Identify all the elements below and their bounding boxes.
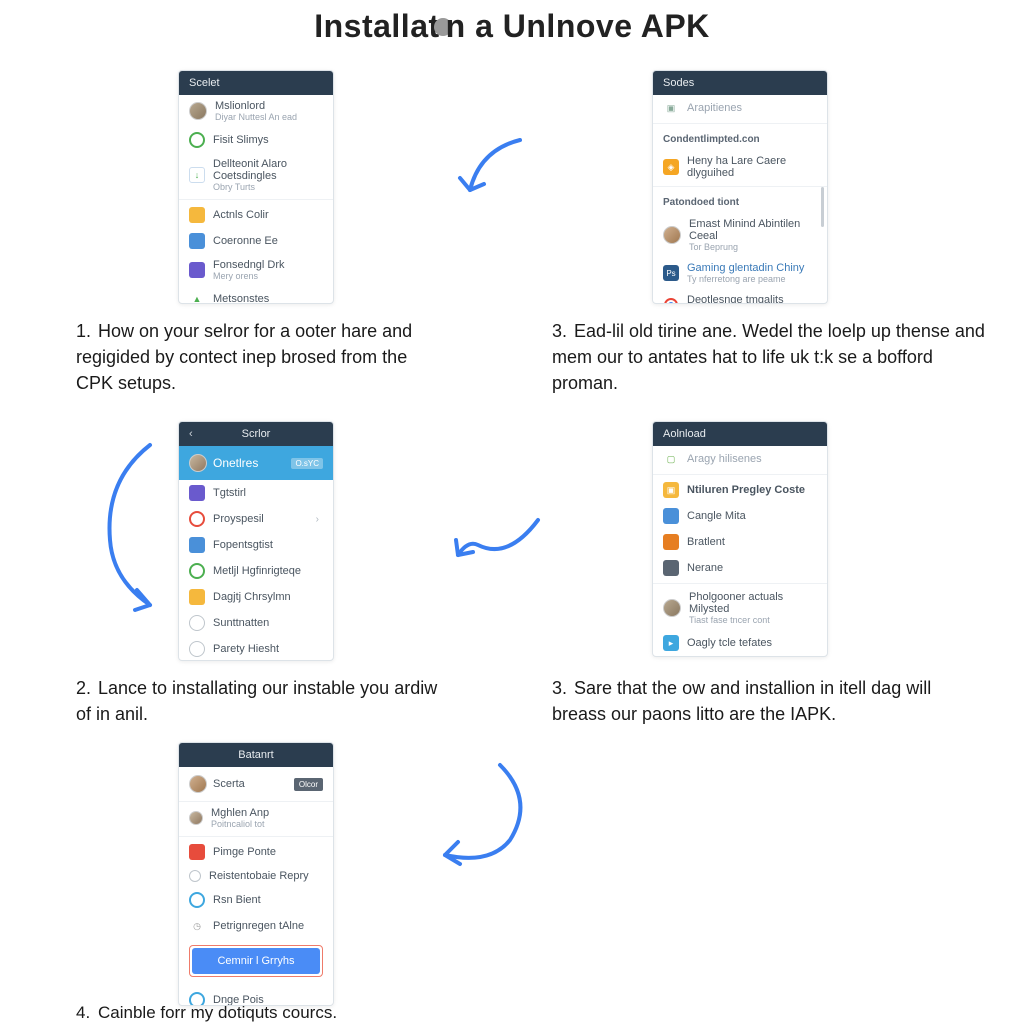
avatar-icon — [189, 811, 203, 825]
panel-scelet: Scelet MslionlordDiyar Nuttesl An ead Fi… — [178, 70, 334, 304]
user-header[interactable]: Scerta Olcor — [179, 767, 333, 802]
list-item[interactable]: Reistentobaie Repry — [179, 865, 333, 887]
folder-icon: ▣ — [663, 482, 679, 498]
panel-sodes: Sodes ▣Arapitienes Condentlimpted.con ◈H… — [652, 70, 828, 304]
list-item[interactable]: Nerane — [653, 555, 827, 581]
badge: Olcor — [294, 778, 323, 791]
panel-header: Aolnload — [653, 422, 827, 446]
square-icon — [663, 560, 679, 576]
clock-icon: ◷ — [189, 918, 205, 934]
panel-header: ‹ Scrlor — [179, 422, 333, 446]
panel-header: Batanrt — [179, 743, 333, 767]
list-item[interactable]: MslionlordDiyar Nuttesl An ead — [179, 95, 333, 127]
panel-batanrt: Batanrt Scerta Olcor Mghlen AnpPoitncali… — [178, 742, 334, 1006]
chrome-icon — [663, 297, 679, 304]
square-icon — [663, 534, 679, 550]
panel-aolnload: Aolnload ▢Aragy hilisenes ▣Ntiluren Preg… — [652, 421, 828, 657]
page-title: Installatn a Unlnove APK — [0, 0, 1024, 45]
list-item[interactable]: Coeronne Ee — [179, 228, 333, 254]
square-icon — [189, 844, 205, 860]
list-item[interactable]: Pimge Ponte — [179, 839, 333, 865]
back-icon[interactable]: ‹ — [189, 428, 193, 440]
panel-scrlor: ‹ Scrlor Onetlres O.sYC Tgtstirl Proyspe… — [178, 421, 334, 661]
list-item[interactable]: ◈Heny ha Lare Caere dlyguihed — [653, 150, 827, 184]
circle-icon — [189, 563, 205, 579]
square-icon — [189, 589, 205, 605]
arrow-icon — [448, 510, 548, 570]
circle-icon — [189, 511, 205, 527]
square-icon — [189, 233, 205, 249]
square-icon — [189, 262, 205, 278]
radio-icon — [189, 641, 205, 657]
list-item[interactable]: ▢Aragy hilisenes — [653, 446, 827, 472]
square-icon: ▸ — [663, 635, 679, 651]
list-item[interactable]: Metljl Hgfinrigteqe — [179, 558, 333, 584]
step-1-caption: 1.How on your selror for a ooter hare an… — [76, 318, 436, 396]
list-item[interactable]: Dagjtj Chrsylmn — [179, 584, 333, 610]
list-item[interactable]: Sunttnatten — [179, 610, 333, 636]
user-header[interactable]: Onetlres O.sYC — [179, 446, 333, 480]
step-3a-caption: 3.Ead-lil old tirine ane. Wedel the loel… — [552, 318, 1002, 396]
arrow-icon — [95, 440, 185, 620]
list-item[interactable]: Mghlen AnpPoitncaliol tot — [179, 802, 333, 834]
square-icon — [189, 485, 205, 501]
ps-icon: Ps — [663, 265, 679, 281]
arrow-icon — [450, 130, 540, 210]
list-item[interactable]: Fonsedngl DrkMery orens — [179, 254, 333, 286]
list-item[interactable]: Cangle Mita — [653, 503, 827, 529]
list-item[interactable]: Bratlent — [653, 529, 827, 555]
section-header: Patondoed tiont — [653, 189, 827, 213]
chevron-right-icon: › — [316, 514, 323, 525]
square-icon — [189, 207, 205, 223]
panel-header: Sodes — [653, 71, 827, 95]
list-item[interactable]: ▸Oagly tcle tefates — [653, 630, 827, 656]
section-header: Condentlimpted.con — [653, 126, 827, 150]
list-item[interactable]: Rsn Bient — [179, 887, 333, 913]
circle-icon — [189, 892, 205, 908]
step-4-caption: 4.Cainble forr my dotiquts courcs. — [76, 1001, 456, 1026]
square-icon — [189, 537, 205, 553]
arrow-icon — [420, 760, 540, 870]
list-item[interactable]: ◷Petrignregen tAlne — [179, 913, 333, 939]
list-item[interactable]: PsGaming glentadin ChinyTy nferretong ar… — [653, 257, 827, 289]
radio-icon — [189, 615, 205, 631]
list-item[interactable]: ▣Ntiluren Pregley Coste — [653, 477, 827, 503]
step-2-caption: 2.Lance to installating our instable you… — [76, 675, 456, 727]
person-icon: ▲ — [189, 291, 205, 304]
list-item[interactable]: Deotlesnge tmgalitsMogeon, waterly onl s… — [653, 289, 827, 304]
panel-header: Scelet — [179, 71, 333, 95]
list-item[interactable]: Fisit Slimys — [179, 127, 333, 153]
list-item[interactable]: Pholgooner actuals MilystedTiast fase tn… — [653, 586, 827, 630]
list-item[interactable]: Tgtstirl — [179, 480, 333, 506]
download-icon: ↓ — [189, 167, 205, 183]
avatar-icon — [189, 775, 207, 793]
avatar-icon — [663, 226, 681, 244]
shield-icon: ◈ — [663, 159, 679, 175]
list-item[interactable]: Parety Hiesht — [179, 636, 333, 661]
list-item[interactable]: ▣Arapitienes — [653, 95, 827, 121]
step-3b-caption: 3.Sare that the ow and installion in ite… — [552, 675, 962, 727]
list-item[interactable]: ↓Dellteonit Alaro CoetsdinglesObry Turts — [179, 153, 333, 197]
list-item[interactable]: Proyspesil› — [179, 506, 333, 532]
scrollbar[interactable] — [821, 187, 824, 227]
circle-icon — [189, 132, 205, 148]
list-item[interactable]: Emast Minind Abintilen CeealTor Beprung — [653, 213, 827, 257]
list-item[interactable]: Omly Cilglssion Cohms — [653, 656, 827, 657]
file-icon: ▢ — [663, 451, 679, 467]
avatar-icon — [189, 102, 207, 120]
avatar-icon — [189, 454, 207, 472]
badge: O.sYC — [291, 458, 323, 469]
avatar-icon — [663, 599, 681, 617]
cta-button[interactable]: Cemnir l Grryhs — [192, 948, 320, 974]
square-icon — [663, 508, 679, 524]
list-item[interactable]: Fopentsgtist — [179, 532, 333, 558]
cta-outline: Cemnir l Grryhs — [189, 945, 323, 977]
leaf-icon: ▣ — [663, 100, 679, 116]
list-item[interactable]: ▲Metsonstes — [179, 286, 333, 304]
radio-icon — [189, 870, 201, 882]
list-item[interactable]: Actnls Colir — [179, 202, 333, 228]
